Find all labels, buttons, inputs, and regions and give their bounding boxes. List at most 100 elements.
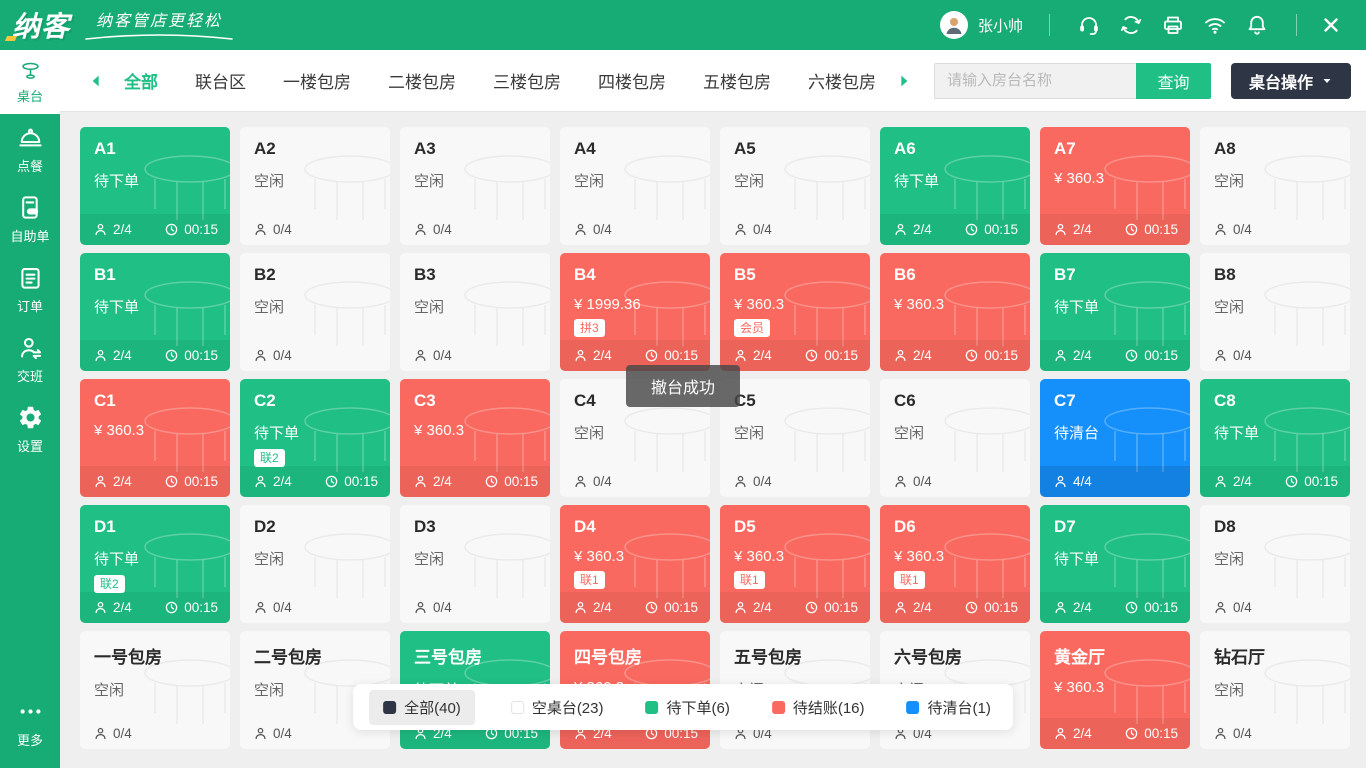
legend-item-空桌台(23)[interactable]: 空桌台(23)	[505, 690, 610, 725]
table-card-B8[interactable]: B8 空闲 0/4	[1200, 253, 1350, 371]
table-card-D7[interactable]: D7 待下单 2/4 00:15	[1040, 505, 1190, 623]
table-card-B5[interactable]: B5 ¥ 360.3 会员 2/4 00:15	[720, 253, 870, 371]
tabs-scroll-left-icon[interactable]	[88, 73, 104, 89]
tab-五楼包房[interactable]: 五楼包房	[703, 68, 771, 93]
table-card-A1[interactable]: A1 待下单 2/4 00:15	[80, 127, 230, 245]
clock-icon	[1124, 726, 1139, 741]
table-card-B1[interactable]: B1 待下单 2/4 00:15	[80, 253, 230, 371]
occupancy: 2/4	[1053, 222, 1092, 237]
sync-icon[interactable]	[1119, 13, 1143, 37]
legend-label: 全部(40)	[404, 697, 461, 718]
table-card-D5[interactable]: D5 ¥ 360.3 联1 2/4 00:15	[720, 505, 870, 623]
elapsed-time-value: 00:15	[664, 600, 698, 615]
clock-icon	[644, 348, 659, 363]
elapsed-time-value: 00:15	[984, 348, 1018, 363]
sidebar-item-设置[interactable]: 设置	[0, 394, 60, 464]
table-card-C1[interactable]: C1 ¥ 360.3 2/4 00:15	[80, 379, 230, 497]
table-watermark-icon	[1102, 153, 1190, 223]
sidebar-item-桌台[interactable]: 桌台	[0, 50, 60, 114]
person-icon	[93, 600, 108, 615]
tabs-scroll-right-icon[interactable]	[896, 73, 912, 89]
sidebar-item-自助单[interactable]: 自助单	[0, 184, 60, 254]
legend-item-待下单(6)[interactable]: 待下单(6)	[640, 690, 736, 725]
table-card-C2[interactable]: C2 待下单 联2 2/4 00:15	[240, 379, 390, 497]
username[interactable]: 张小帅	[978, 15, 1023, 36]
tab-二楼包房[interactable]: 二楼包房	[388, 68, 456, 93]
elapsed-time: 00:15	[644, 348, 698, 363]
search-area: 查询 桌台操作	[934, 63, 1351, 99]
legend-item-待清台(1)[interactable]: 待清台(1)	[901, 690, 997, 725]
table-watermark-icon	[622, 153, 710, 223]
table-card-D3[interactable]: D3 空闲 0/4	[400, 505, 550, 623]
table-card-一号包房[interactable]: 一号包房 空闲 0/4	[80, 631, 230, 749]
table-watermark-icon	[462, 405, 550, 475]
table-card-B4[interactable]: B4 ¥ 1999.36 拼3 2/4 00:15	[560, 253, 710, 371]
sidebar-item-label: 设置	[17, 436, 43, 455]
header-divider	[1296, 14, 1297, 36]
tab-六楼包房[interactable]: 六楼包房	[808, 68, 876, 93]
elapsed-time: 00:15	[804, 348, 858, 363]
table-card-footer: 0/4	[1200, 214, 1350, 245]
table-card-A2[interactable]: A2 空闲 0/4	[240, 127, 390, 245]
search-input[interactable]	[934, 63, 1136, 99]
legend-item-待结账(16)[interactable]: 待结账(16)	[766, 690, 871, 725]
app-slogan: 纳客管店更轻松	[96, 7, 222, 31]
table-card-C3[interactable]: C3 ¥ 360.3 2/4 00:15	[400, 379, 550, 497]
table-watermark-icon	[1262, 153, 1350, 223]
table-card-D2[interactable]: D2 空闲 0/4	[240, 505, 390, 623]
legend-swatch	[383, 701, 396, 714]
tab-全部[interactable]: 全部	[124, 68, 158, 93]
avatar[interactable]	[940, 11, 968, 39]
table-tag: 联1	[894, 571, 925, 589]
table-tag: 会员	[734, 319, 770, 337]
tab-联台区[interactable]: 联台区	[195, 68, 246, 93]
table-card-A3[interactable]: A3 空闲 0/4	[400, 127, 550, 245]
table-card-A4[interactable]: A4 空闲 0/4	[560, 127, 710, 245]
elapsed-time: 00:15	[484, 474, 538, 489]
table-card-footer: 0/4	[80, 718, 230, 749]
search-button[interactable]: 查询	[1136, 63, 1211, 99]
table-card-D4[interactable]: D4 ¥ 360.3 联1 2/4 00:15	[560, 505, 710, 623]
table-card-D6[interactable]: D6 ¥ 360.3 联1 2/4 00:15	[880, 505, 1030, 623]
table-card-B6[interactable]: B6 ¥ 360.3 2/4 00:15	[880, 253, 1030, 371]
table-card-B7[interactable]: B7 待下单 2/4 00:15	[1040, 253, 1190, 371]
clock-icon	[164, 474, 179, 489]
app-logo: 纳客	[12, 5, 70, 45]
occupancy-value: 0/4	[273, 726, 292, 741]
table-card-A7[interactable]: A7 ¥ 360.3 2/4 00:15	[1040, 127, 1190, 245]
table-card-钻石厅[interactable]: 钻石厅 空闲 0/4	[1200, 631, 1350, 749]
table-card-footer: 2/4 00:15	[1200, 466, 1350, 497]
occupancy: 0/4	[413, 222, 452, 237]
legend-item-全部(40)[interactable]: 全部(40)	[369, 690, 475, 725]
sidebar-item-更多[interactable]: 更多	[0, 688, 60, 758]
logo-text: 纳客	[12, 11, 70, 42]
occupancy-value: 0/4	[1233, 348, 1252, 363]
headset-icon[interactable]	[1077, 13, 1101, 37]
table-card-B3[interactable]: B3 空闲 0/4	[400, 253, 550, 371]
sidebar-item-点餐[interactable]: 点餐	[0, 114, 60, 184]
table-card-黄金厅[interactable]: 黄金厅 ¥ 360.3 2/4 00:15	[1040, 631, 1190, 749]
table-operations-button[interactable]: 桌台操作	[1231, 63, 1351, 99]
table-watermark-icon	[1262, 405, 1350, 475]
table-watermark-icon	[942, 531, 1030, 601]
tab-三楼包房[interactable]: 三楼包房	[493, 68, 561, 93]
tab-四楼包房[interactable]: 四楼包房	[598, 68, 666, 93]
table-card-A6[interactable]: A6 待下单 2/4 00:15	[880, 127, 1030, 245]
table-card-B2[interactable]: B2 空闲 0/4	[240, 253, 390, 371]
close-icon[interactable]	[1319, 13, 1343, 37]
wifi-icon[interactable]	[1203, 13, 1227, 37]
table-card-C6[interactable]: C6 空闲 0/4	[880, 379, 1030, 497]
table-card-C5[interactable]: C5 空闲 0/4	[720, 379, 870, 497]
table-card-D1[interactable]: D1 待下单 联2 2/4 00:15	[80, 505, 230, 623]
table-card-A5[interactable]: A5 空闲 0/4	[720, 127, 870, 245]
occupancy: 2/4	[93, 348, 132, 363]
table-card-C8[interactable]: C8 待下单 2/4 00:15	[1200, 379, 1350, 497]
printer-icon[interactable]	[1161, 13, 1185, 37]
table-card-C7[interactable]: C7 待清台 4/4	[1040, 379, 1190, 497]
tab-一楼包房[interactable]: 一楼包房	[283, 68, 351, 93]
bell-icon[interactable]	[1245, 13, 1269, 37]
sidebar-item-订单[interactable]: 订单	[0, 254, 60, 324]
table-card-D8[interactable]: D8 空闲 0/4	[1200, 505, 1350, 623]
sidebar-item-交班[interactable]: 交班	[0, 324, 60, 394]
table-card-A8[interactable]: A8 空闲 0/4	[1200, 127, 1350, 245]
